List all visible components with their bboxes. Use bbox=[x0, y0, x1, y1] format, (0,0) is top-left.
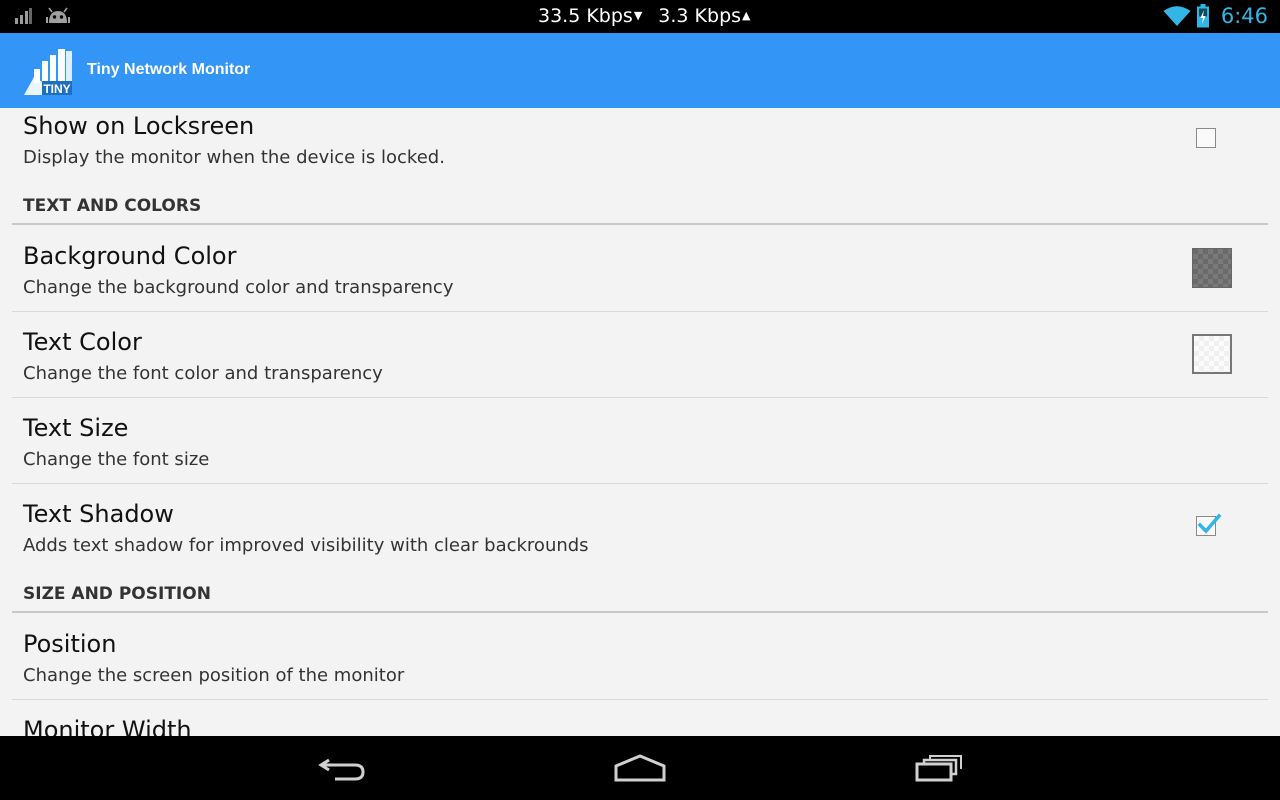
pref-title: Text Color bbox=[23, 328, 142, 356]
status-left-icons bbox=[14, 5, 79, 29]
preference-list[interactable]: Show on Locksreen Display the monitor wh… bbox=[0, 108, 1280, 736]
screen: 33.5 Kbps▼ 3.3 Kbps▲ 6:46 TINY Tiny Netw… bbox=[0, 0, 1280, 800]
wifi-icon bbox=[1163, 6, 1191, 26]
checkmark-icon bbox=[1197, 513, 1222, 534]
background-color-swatch[interactable] bbox=[1192, 248, 1232, 288]
upload-arrow-icon: ▲ bbox=[742, 9, 751, 22]
download-speed: 33.5 Kbps bbox=[538, 5, 633, 27]
network-speed-readout: 33.5 Kbps▼ 3.3 Kbps▲ bbox=[538, 5, 767, 27]
category-size-and-position: SIZE AND POSITION bbox=[12, 581, 1268, 613]
pref-summary: Change the screen position of the monito… bbox=[23, 665, 405, 686]
status-time: 6:46 bbox=[1220, 4, 1268, 28]
pref-text-size[interactable]: Text Size Change the font size bbox=[12, 414, 1268, 484]
status-bar: 33.5 Kbps▼ 3.3 Kbps▲ 6:46 bbox=[0, 0, 1280, 33]
pref-text-shadow[interactable]: Text Shadow Adds text shadow for improve… bbox=[12, 500, 1268, 560]
pref-title: Position bbox=[23, 630, 117, 658]
pref-show-on-lockscreen[interactable]: Show on Locksreen Display the monitor wh… bbox=[12, 112, 1268, 182]
text-color-swatch[interactable] bbox=[1192, 334, 1232, 374]
status-right-icons: 6:46 bbox=[1163, 4, 1268, 30]
pref-title: Text Shadow bbox=[23, 500, 174, 528]
home-icon bbox=[614, 754, 666, 782]
pref-summary: Change the font color and transparency bbox=[23, 363, 383, 384]
text-shadow-checkbox[interactable] bbox=[1196, 513, 1222, 536]
pref-background-color[interactable]: Background Color Change the background c… bbox=[12, 242, 1268, 312]
pref-title: Monitor Width bbox=[23, 716, 192, 736]
pref-summary: Display the monitor when the device is l… bbox=[23, 147, 445, 168]
pref-title: Show on Locksreen bbox=[23, 112, 255, 140]
pref-summary: Adds text shadow for improved visibility… bbox=[23, 535, 589, 556]
download-arrow-icon: ▼ bbox=[633, 9, 643, 22]
pref-position[interactable]: Position Change the screen position of t… bbox=[12, 630, 1268, 700]
pref-monitor-width[interactable]: Monitor Width bbox=[12, 716, 1268, 736]
action-bar: TINY Tiny Network Monitor bbox=[0, 33, 1280, 108]
app-title: Tiny Network Monitor bbox=[87, 61, 251, 78]
category-text-and-colors: TEXT AND COLORS bbox=[12, 193, 1268, 225]
battery-icon bbox=[1196, 4, 1209, 28]
pref-summary: Change the background color and transpar… bbox=[23, 277, 454, 298]
back-icon bbox=[318, 758, 365, 781]
navigation-bar bbox=[0, 736, 1280, 800]
android-debug-icon bbox=[46, 7, 71, 23]
lockscreen-checkbox[interactable] bbox=[1196, 128, 1216, 148]
category-title: SIZE AND POSITION bbox=[23, 584, 211, 604]
upload-speed: 3.3 Kbps bbox=[658, 5, 742, 27]
back-button[interactable] bbox=[313, 752, 373, 784]
pref-title: Text Size bbox=[23, 414, 129, 442]
pref-text-color[interactable]: Text Color Change the font color and tra… bbox=[12, 328, 1268, 398]
recent-apps-button[interactable] bbox=[908, 752, 968, 784]
category-title: TEXT AND COLORS bbox=[23, 196, 202, 216]
app-logo-icon[interactable]: TINY bbox=[22, 47, 76, 97]
app-logo-text: TINY bbox=[43, 82, 70, 96]
pref-title: Background Color bbox=[23, 242, 237, 270]
home-button[interactable] bbox=[610, 752, 670, 784]
signal-icon bbox=[15, 7, 32, 24]
pref-summary: Change the font size bbox=[23, 449, 210, 470]
recent-apps-icon bbox=[915, 755, 962, 782]
